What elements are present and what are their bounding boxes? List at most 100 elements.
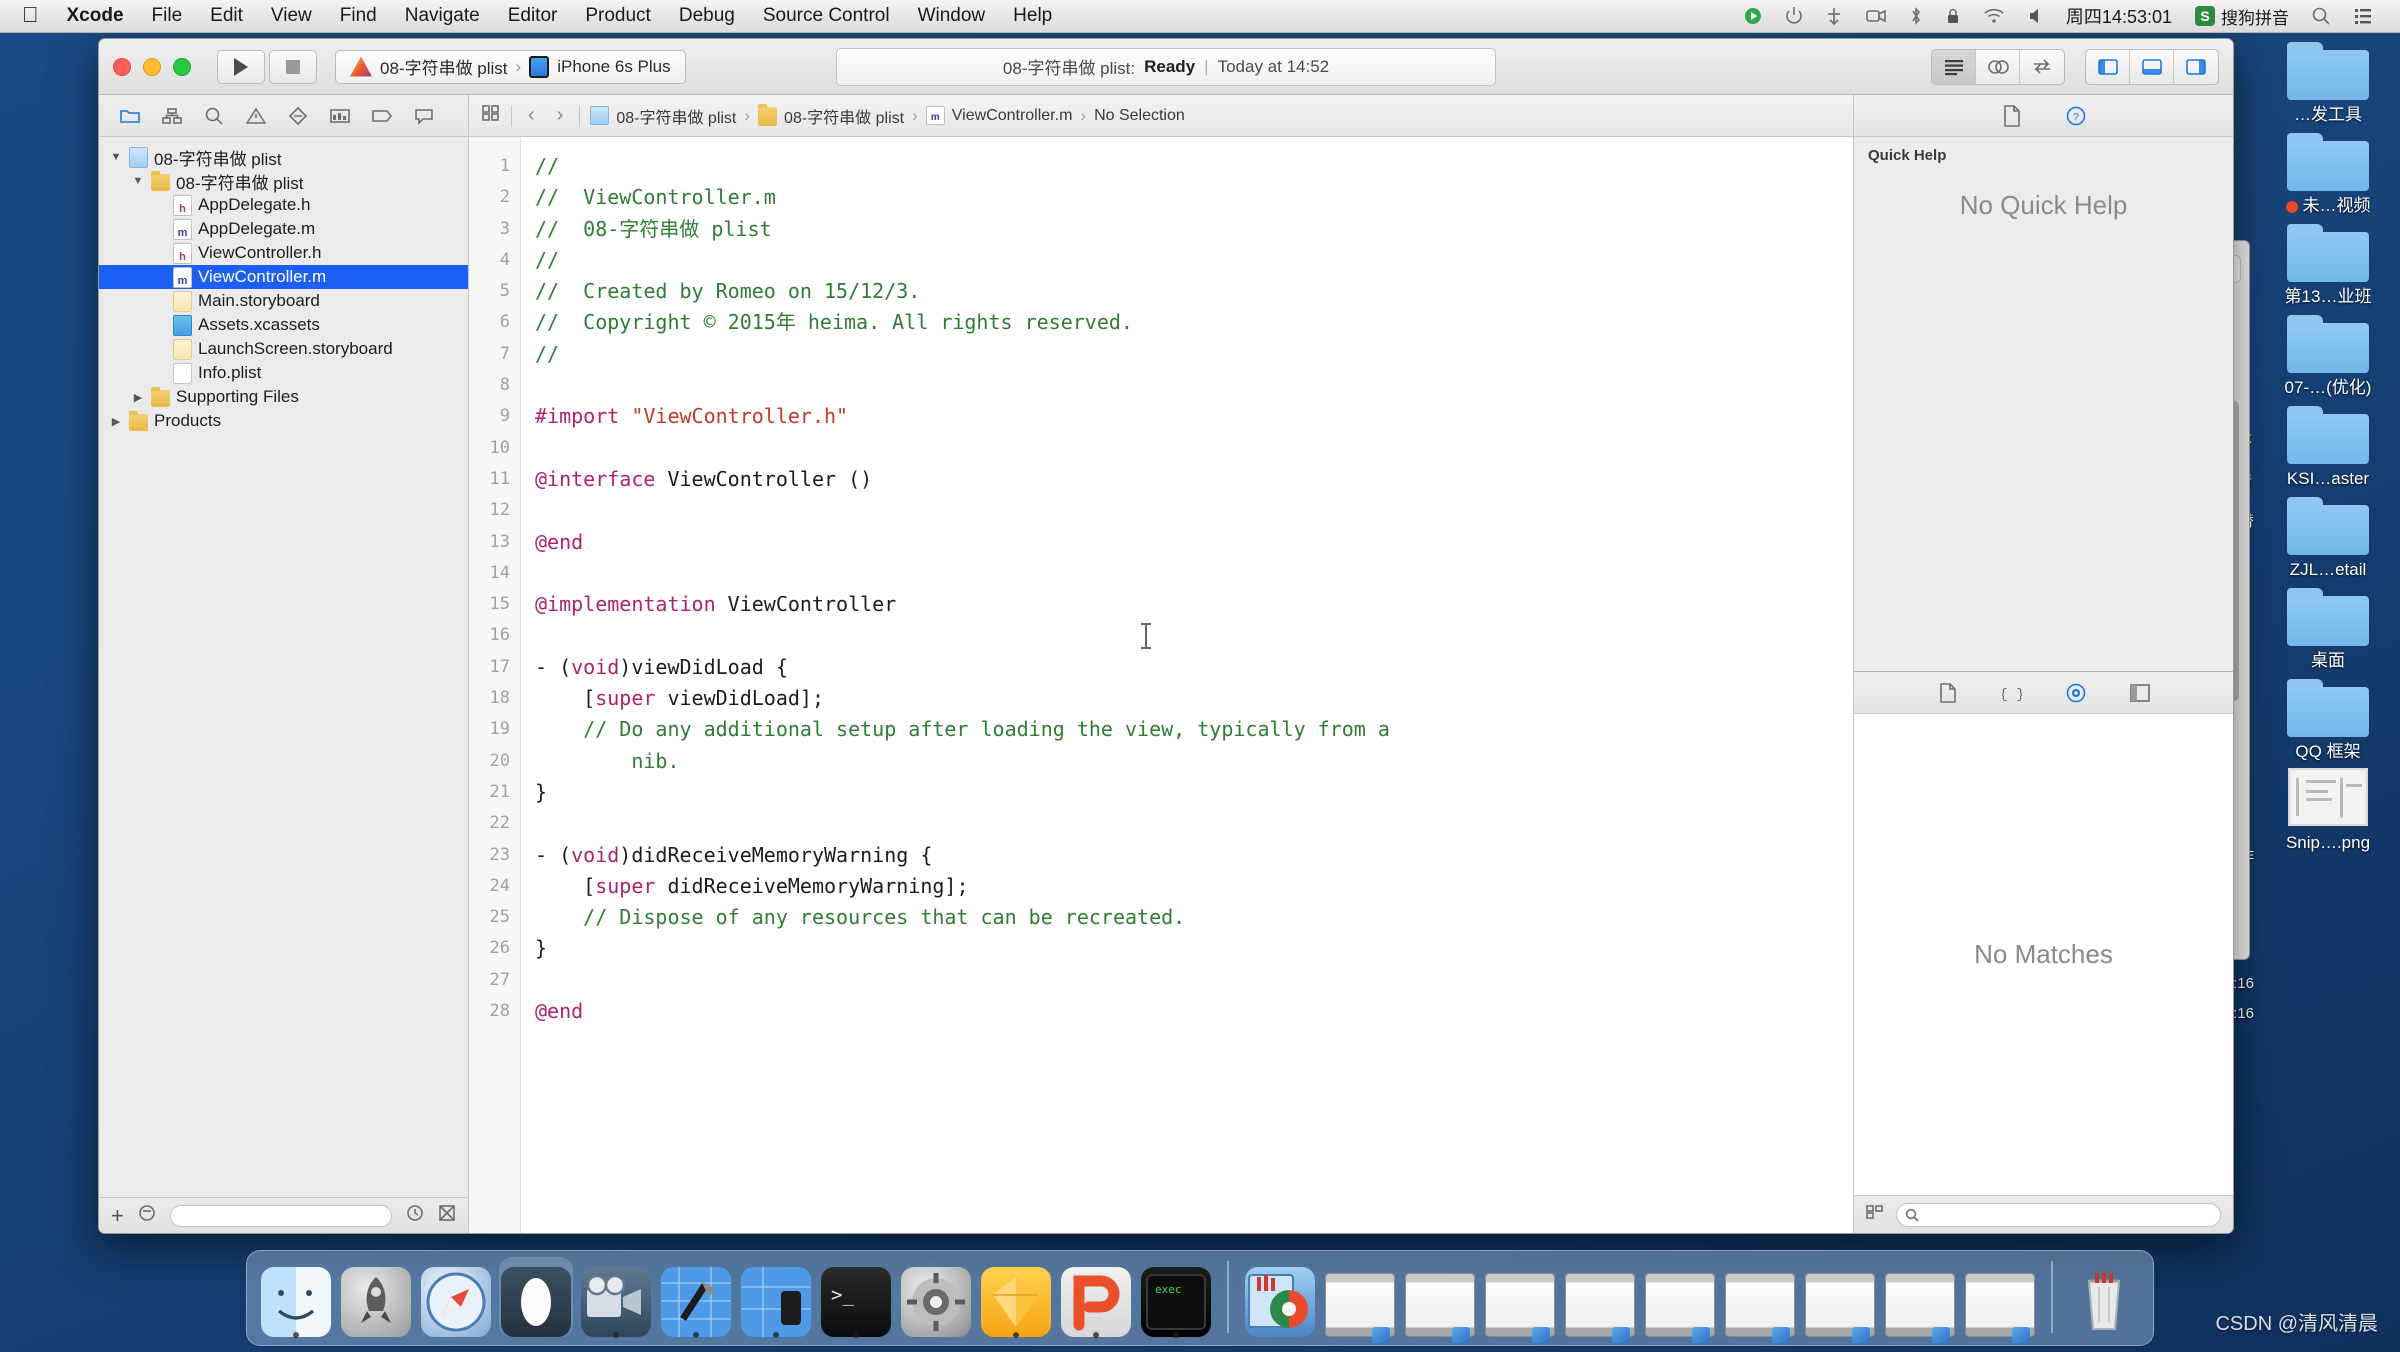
dock-item-launchpad[interactable] bbox=[339, 1257, 413, 1337]
menu-item-product[interactable]: Product bbox=[571, 3, 664, 29]
dock-minimized-minimized-window-5[interactable] bbox=[1643, 1257, 1717, 1343]
dock-item-sketch[interactable] bbox=[979, 1257, 1053, 1338]
source-editor[interactable]: 1 2 3 4 5 6 7 8 9 10 11 12 13 14 15 16 17 18 19 20 21 22 23 24 2… bbox=[469, 137, 1853, 1233]
dock-item-safari[interactable] bbox=[419, 1257, 493, 1337]
dock-item-system-preferences[interactable] bbox=[899, 1257, 973, 1337]
power-icon[interactable] bbox=[1774, 6, 1814, 26]
search-icon[interactable] bbox=[2300, 6, 2342, 26]
navigator-row[interactable]: Info.plist bbox=[99, 361, 468, 385]
project-navigator-tree[interactable]: ▼ 08-字符串做 plist ▼ 08-字符串做 plist h AppDelegate… bbox=[99, 137, 468, 1197]
menu-item-xcode[interactable]: Xcode bbox=[53, 3, 138, 29]
desktop-icon[interactable]: 07-…(优化) bbox=[2264, 313, 2392, 398]
desktop-icon[interactable]: Snip….png bbox=[2264, 768, 2392, 853]
navigator-row[interactable]: Main.storyboard bbox=[99, 289, 468, 313]
dock-minimized-minimized-window-7[interactable] bbox=[1803, 1257, 1877, 1343]
test-navigator-icon[interactable] bbox=[277, 100, 319, 132]
lock-icon[interactable] bbox=[1934, 6, 1972, 26]
dock-item-finder[interactable] bbox=[259, 1257, 333, 1338]
zoom-button[interactable] bbox=[173, 57, 191, 76]
menu-item-editor[interactable]: Editor bbox=[494, 3, 572, 29]
menu-item-edit[interactable]: Edit bbox=[196, 3, 257, 29]
menu-item-navigate[interactable]: Navigate bbox=[391, 3, 494, 29]
report-navigator-icon[interactable] bbox=[403, 100, 445, 132]
desktop-icon[interactable]: 桌面 bbox=[2264, 586, 2392, 671]
library-grid-icon[interactable] bbox=[1866, 1204, 1884, 1225]
dock-minimized-preview-icon[interactable] bbox=[1243, 1257, 1317, 1337]
dock-item-xcode[interactable] bbox=[659, 1257, 733, 1338]
sync-icon[interactable] bbox=[1732, 6, 1774, 26]
quick-help-inspector-icon[interactable]: ? bbox=[2061, 102, 2091, 130]
desktop-icon[interactable]: …发工具 bbox=[2264, 40, 2392, 125]
dock-minimized-minimized-window-2[interactable] bbox=[1403, 1257, 1477, 1343]
control-center-icon[interactable] bbox=[2342, 7, 2384, 25]
navigator-row[interactable]: h AppDelegate.h bbox=[99, 193, 468, 217]
add-icon[interactable]: + bbox=[111, 1204, 124, 1227]
close-button[interactable] bbox=[113, 57, 131, 76]
navigator-row[interactable]: m AppDelegate.m bbox=[99, 217, 468, 241]
breadcrumb-item[interactable]: m ViewController.m bbox=[925, 106, 1072, 125]
navigator-row[interactable]: Assets.xcassets bbox=[99, 313, 468, 337]
dock-item-xcode-beta[interactable] bbox=[739, 1257, 813, 1338]
scheme-selector[interactable]: 08-字符串做 plist › iPhone 6s Plus bbox=[335, 49, 686, 84]
menu-item-find[interactable]: Find bbox=[326, 3, 391, 29]
project-navigator-icon[interactable] bbox=[109, 100, 151, 132]
version-editor-button[interactable] bbox=[2020, 50, 2064, 84]
related-items-icon[interactable] bbox=[481, 104, 501, 127]
screen-record-icon[interactable] bbox=[1854, 7, 1898, 25]
issue-navigator-icon[interactable] bbox=[235, 100, 277, 132]
object-library-icon[interactable] bbox=[2061, 679, 2091, 707]
breadcrumb[interactable]: 08-字符串做 plist › 08-字符串做 plist › m ViewControl… bbox=[590, 104, 1185, 128]
code-snippet-library-icon[interactable]: { } bbox=[1997, 679, 2027, 707]
find-navigator-icon[interactable] bbox=[193, 100, 235, 132]
menu-item-window[interactable]: Window bbox=[904, 3, 1000, 29]
library-filter-input[interactable] bbox=[1896, 1202, 2221, 1227]
dock-item-quicktime[interactable] bbox=[579, 1257, 653, 1338]
dock-item-dash[interactable] bbox=[499, 1257, 573, 1337]
run-button[interactable] bbox=[217, 49, 265, 84]
breadcrumb-item[interactable]: No Selection bbox=[1094, 107, 1185, 125]
assistant-editor-button[interactable] bbox=[1976, 49, 2020, 84]
dock-item-paw[interactable] bbox=[1059, 1257, 1133, 1338]
menu-item-help[interactable]: Help bbox=[999, 3, 1066, 29]
xcode-window[interactable]: 08-字符串做 plist › iPhone 6s Plus 08-字符串做 p… bbox=[98, 38, 2234, 1234]
menu-item-view[interactable]: View bbox=[257, 3, 326, 29]
dock-item-terminal[interactable]: >_ bbox=[819, 1257, 893, 1338]
volume-icon[interactable] bbox=[2016, 7, 2054, 25]
standard-editor-button[interactable] bbox=[1932, 49, 1976, 84]
menu-item-source-control[interactable]: Source Control bbox=[749, 3, 904, 29]
media-library-icon[interactable] bbox=[2125, 679, 2155, 707]
navigator-row[interactable]: m ViewController.m bbox=[99, 265, 468, 289]
back-button[interactable]: ‹ bbox=[522, 104, 541, 127]
wifi-icon[interactable] bbox=[1972, 7, 2016, 25]
disclosure-triangle-icon[interactable]: ▼ bbox=[109, 151, 123, 163]
stop-button[interactable] bbox=[269, 49, 317, 84]
input-method-indicator[interactable]: S 搜狗拼音 bbox=[2184, 4, 2300, 29]
menu-item-debug[interactable]: Debug bbox=[665, 3, 749, 29]
desktop-icon[interactable]: 第13…业班 bbox=[2264, 222, 2392, 307]
filter-icon[interactable] bbox=[138, 1204, 156, 1227]
file-template-library-icon[interactable] bbox=[1933, 679, 1963, 707]
navigator-toggle-button[interactable] bbox=[2086, 49, 2130, 84]
debug-navigator-icon[interactable] bbox=[319, 100, 361, 132]
desktop-icon[interactable]: 未…视频 bbox=[2264, 131, 2392, 216]
dock-minimized-minimized-window-3[interactable] bbox=[1483, 1257, 1557, 1343]
minimize-button[interactable] bbox=[143, 57, 161, 76]
navigator-row[interactable]: ▶ Supporting Files bbox=[99, 385, 468, 409]
navigator-row[interactable]: h ViewController.h bbox=[99, 241, 468, 265]
apple-logo-icon[interactable]:  bbox=[18, 2, 53, 31]
dock-minimized-minimized-window-8[interactable] bbox=[1883, 1257, 1957, 1343]
dock-minimized-minimized-window-4[interactable] bbox=[1563, 1257, 1637, 1343]
dock-minimized-minimized-window-9[interactable] bbox=[1963, 1257, 2037, 1343]
dock-item-iterm[interactable]: exec bbox=[1139, 1257, 1213, 1338]
menu-item-file[interactable]: File bbox=[138, 3, 197, 29]
airdrop-icon[interactable] bbox=[1814, 6, 1854, 26]
disclosure-triangle-icon[interactable]: ▶ bbox=[131, 391, 145, 404]
dock[interactable]: >_ exec bbox=[246, 1250, 2154, 1346]
desktop-icon[interactable]: KSI…aster bbox=[2264, 404, 2392, 489]
menu-bar-clock[interactable]: 周四14:53:01 bbox=[2054, 3, 2184, 29]
disclosure-triangle-icon[interactable]: ▼ bbox=[131, 175, 145, 187]
forward-button[interactable]: › bbox=[551, 104, 570, 127]
symbol-navigator-icon[interactable] bbox=[151, 100, 193, 132]
recent-files-icon[interactable] bbox=[406, 1204, 424, 1227]
navigator-row[interactable]: ▼ 08-字符串做 plist bbox=[99, 169, 468, 193]
